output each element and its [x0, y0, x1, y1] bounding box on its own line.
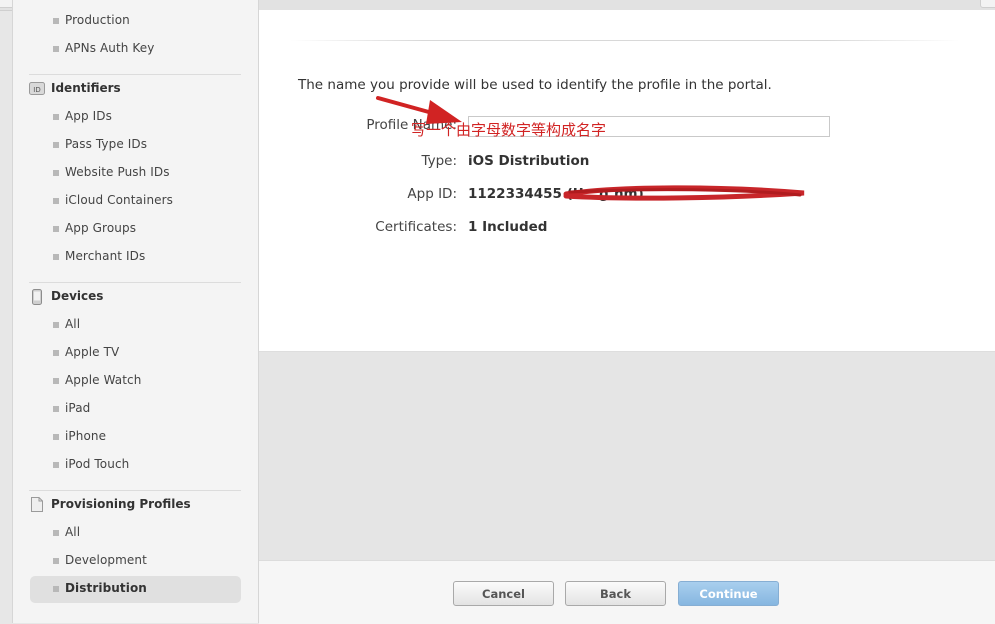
sidebar: Production APNs Auth Key ID Identifiers …	[12, 0, 259, 623]
section-divider	[29, 74, 241, 75]
bullet	[53, 170, 59, 176]
bullet	[53, 254, 59, 260]
sidebar-item-app-ids[interactable]: App IDs	[65, 109, 112, 123]
sidebar-item-app-groups[interactable]: App Groups	[65, 221, 136, 235]
sidebar-item-icloud-containers[interactable]: iCloud Containers	[65, 193, 173, 207]
section-divider	[29, 490, 241, 491]
sidebar-item-ipod-touch[interactable]: iPod Touch	[65, 457, 129, 471]
sidebar-item-apple-tv[interactable]: Apple TV	[65, 345, 119, 359]
redaction-scribble-icon	[563, 185, 805, 201]
bullet	[53, 142, 59, 148]
bullet	[53, 462, 59, 468]
back-button[interactable]: Back	[565, 581, 666, 606]
sidebar-item-ipad[interactable]: iPad	[65, 401, 90, 415]
header-divider	[290, 40, 960, 41]
sidebar-item-production[interactable]: Production	[65, 13, 130, 27]
bullet	[53, 322, 59, 328]
bullet	[53, 198, 59, 204]
bullet	[53, 530, 59, 536]
cancel-button[interactable]: Cancel	[453, 581, 554, 606]
annotation-hint-text: 写一个由字母数字等构成名字	[411, 121, 607, 139]
form-panel	[259, 10, 995, 351]
bullet	[53, 226, 59, 232]
sidebar-item-devices-all[interactable]: All	[65, 317, 80, 331]
certificates-value: 1 Included	[468, 219, 548, 235]
certificates-label: Certificates:	[375, 219, 457, 235]
bullet	[53, 434, 59, 440]
section-divider	[29, 282, 241, 283]
continue-button[interactable]: Continue	[678, 581, 779, 606]
bullet	[53, 558, 59, 564]
bullet	[53, 114, 59, 120]
device-icon	[32, 289, 42, 305]
bullet	[53, 406, 59, 412]
browser-tab[interactable]	[980, 0, 995, 8]
app-id-label: App ID:	[407, 186, 457, 202]
bullet	[53, 586, 59, 592]
section-title-provisioning-profiles: Provisioning Profiles	[51, 497, 191, 511]
bullet	[53, 46, 59, 52]
sidebar-item-iphone[interactable]: iPhone	[65, 429, 106, 443]
svg-text:ID: ID	[33, 86, 40, 94]
section-title-identifiers: Identifiers	[51, 81, 121, 95]
type-value: iOS Distribution	[468, 153, 590, 169]
section-title-devices: Devices	[51, 289, 104, 303]
document-icon	[31, 497, 43, 512]
sidebar-item-development[interactable]: Development	[65, 553, 147, 567]
sidebar-item-website-push-ids[interactable]: Website Push IDs	[65, 165, 170, 179]
empty-content-area	[259, 351, 995, 561]
sidebar-item-pass-type-ids[interactable]: Pass Type IDs	[65, 137, 147, 151]
sidebar-item-apple-watch[interactable]: Apple Watch	[65, 373, 141, 387]
sidebar-item-distribution[interactable]: Distribution	[65, 581, 147, 595]
id-badge-icon: ID	[29, 82, 45, 95]
sidebar-item-merchant-ids[interactable]: Merchant IDs	[65, 249, 145, 263]
sidebar-item-profiles-all[interactable]: All	[65, 525, 80, 539]
bullet	[53, 350, 59, 356]
type-label: Type:	[421, 153, 457, 169]
bullet	[53, 378, 59, 384]
bullet	[53, 18, 59, 24]
sidebar-item-apns-auth-key[interactable]: APNs Auth Key	[65, 41, 154, 55]
intro-text: The name you provide will be used to ide…	[298, 77, 772, 93]
